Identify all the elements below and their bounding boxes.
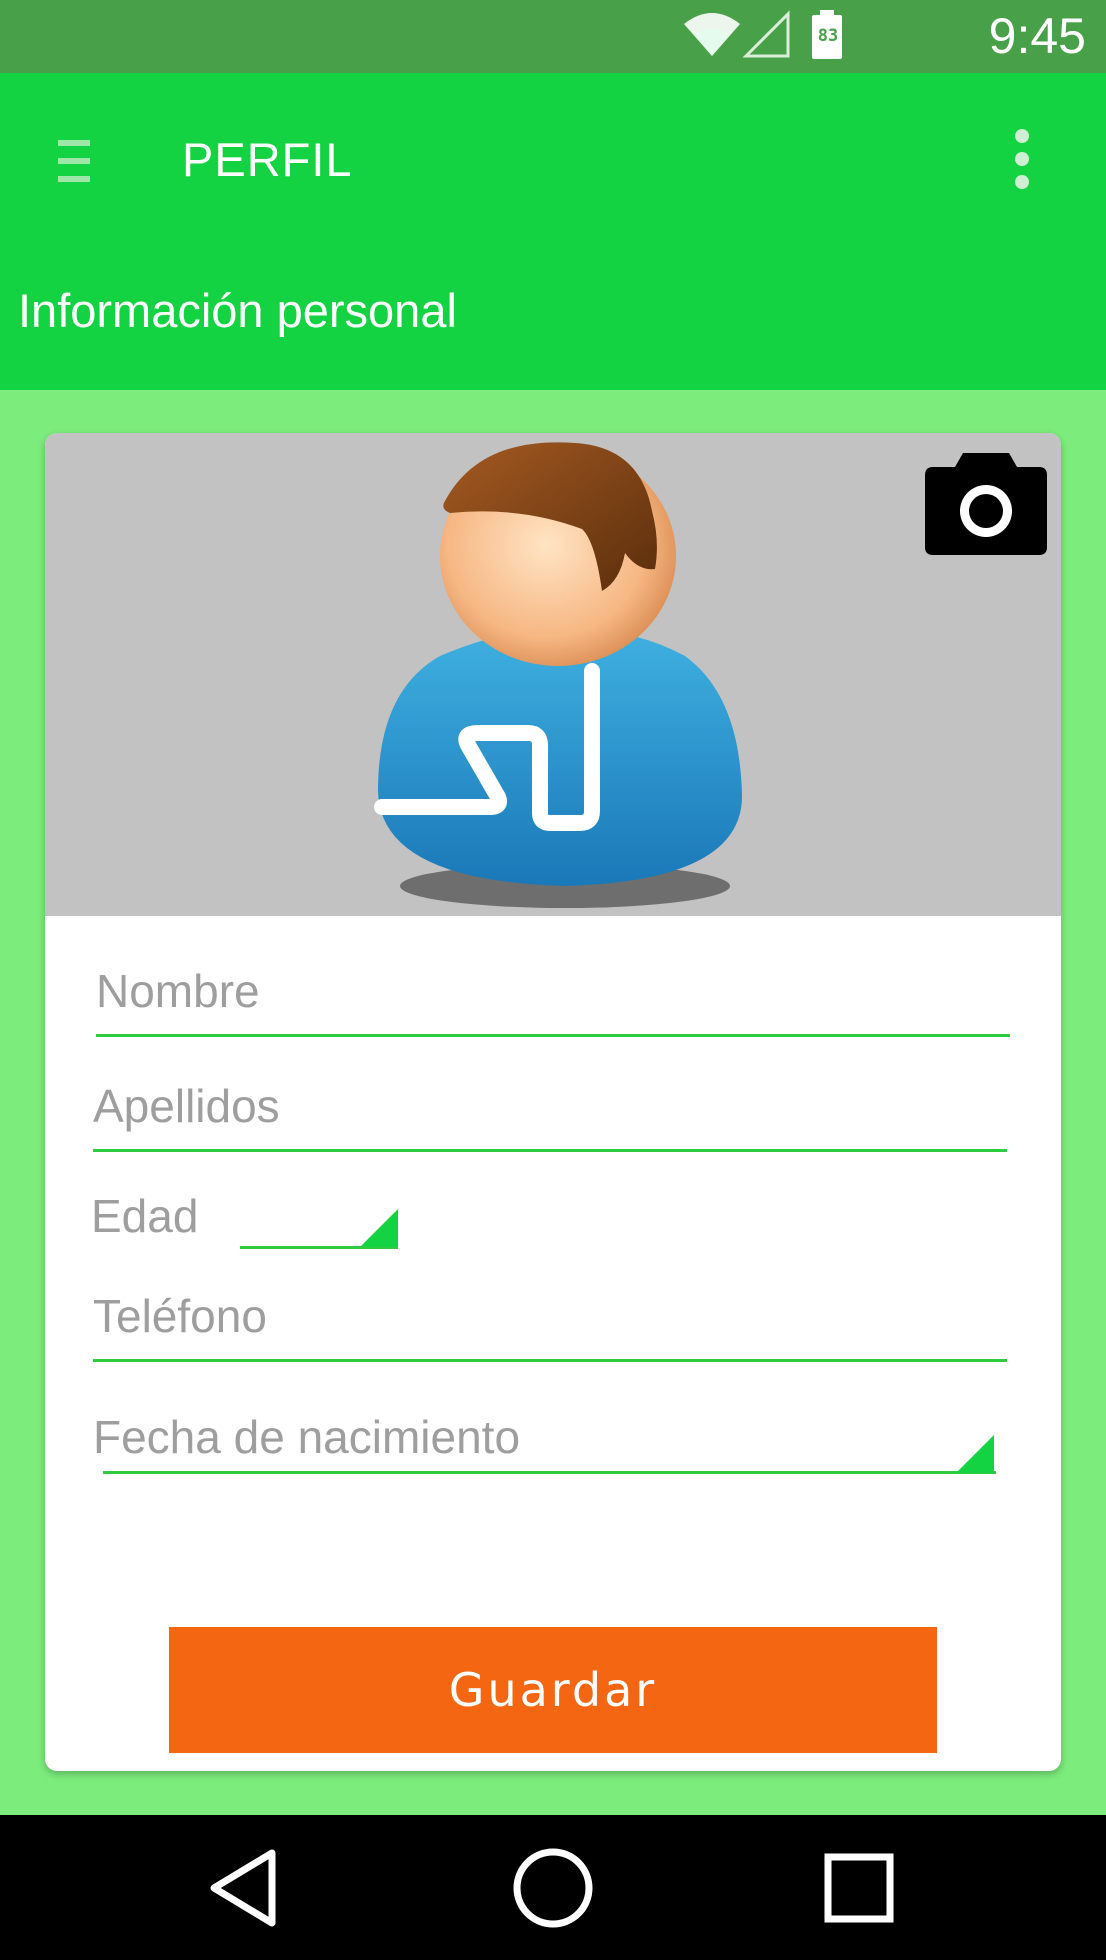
battery-level-text: 83	[817, 26, 839, 46]
nombre-field[interactable]: Nombre	[96, 963, 1010, 1063]
wifi-icon	[684, 13, 740, 56]
telefono-underline	[93, 1359, 1007, 1362]
status-time: 9:45	[988, 8, 1086, 64]
fecha-nacimiento-label: Fecha de nacimiento	[93, 1411, 521, 1463]
more-vert-icon[interactable]	[1002, 126, 1042, 192]
back-icon[interactable]	[204, 1845, 284, 1931]
camera-icon[interactable]	[925, 451, 1047, 555]
edad-spinner[interactable]	[240, 1195, 400, 1255]
nav-bar	[0, 1815, 1106, 1960]
profile-photo-area	[45, 433, 1061, 916]
apellidos-label: Apellidos	[93, 1080, 280, 1132]
status-bar: 83 9:45	[0, 0, 1106, 73]
fecha-nacimiento-field[interactable]: Fecha de nacimiento	[93, 1409, 1007, 1509]
fecha-nacimiento-underline	[103, 1471, 996, 1474]
app-title: PERFIL	[182, 133, 353, 186]
telefono-field[interactable]: Teléfono	[93, 1288, 1007, 1388]
profile-card: Nombre Apellidos Edad Teléfono Fecha de …	[45, 433, 1061, 1771]
edad-dropdown-icon	[360, 1209, 398, 1247]
telefono-label: Teléfono	[93, 1290, 267, 1342]
apellidos-field[interactable]: Apellidos	[93, 1078, 1007, 1178]
user-avatar-icon[interactable]	[370, 441, 760, 911]
section-title: Información personal	[18, 284, 457, 337]
nombre-underline	[96, 1034, 1010, 1037]
recents-icon[interactable]	[822, 1845, 898, 1931]
save-button[interactable]: Guardar	[169, 1627, 937, 1753]
edad-label: Edad	[91, 1190, 199, 1242]
nombre-label: Nombre	[96, 965, 260, 1017]
fecha-dropdown-icon	[956, 1435, 994, 1473]
home-icon[interactable]	[510, 1845, 596, 1931]
app-bar	[0, 73, 1106, 245]
status-icons: 83	[682, 10, 942, 60]
cell-signal-icon	[742, 10, 790, 58]
apellidos-underline	[93, 1149, 1007, 1152]
hamburger-menu-icon[interactable]	[58, 138, 96, 186]
